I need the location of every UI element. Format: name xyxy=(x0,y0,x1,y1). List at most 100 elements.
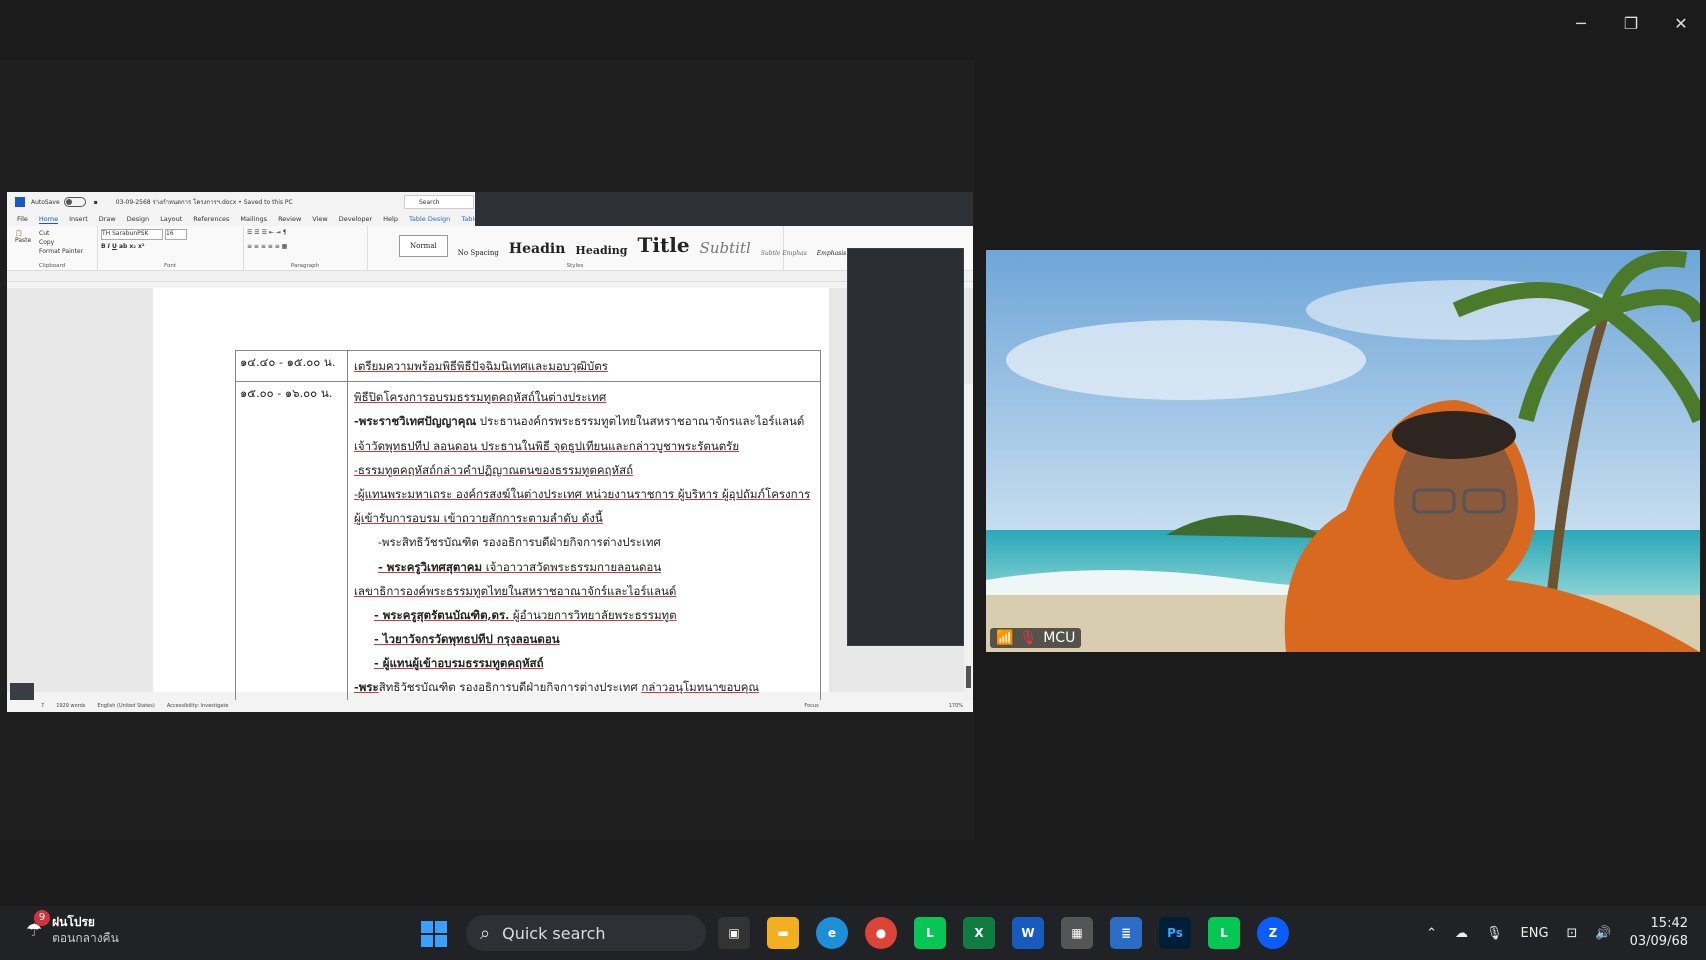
chrome-icon[interactable]: ● xyxy=(865,917,897,949)
clipboard-group: 📋 Paste Cut Copy Format Painter Clipboard xyxy=(7,226,98,270)
photoshop-icon[interactable]: Ps xyxy=(1159,917,1191,949)
document-filename: 03-09-2568 ร่างกำหนดการ โครงการฯ.docx • … xyxy=(115,199,293,206)
tab-table-design[interactable]: Table Design xyxy=(409,215,450,223)
search-icon: ⌕ xyxy=(480,922,491,944)
file-explorer-icon[interactable]: ▬ xyxy=(767,917,799,949)
tab-help[interactable]: Help xyxy=(383,215,398,223)
autosave-toggle[interactable] xyxy=(63,197,86,207)
language-status[interactable]: English (United States) xyxy=(97,703,154,709)
font-size-select[interactable]: 16 xyxy=(165,229,187,240)
restore-icon[interactable]: ❐ xyxy=(1606,0,1656,46)
line-icon[interactable]: L xyxy=(914,917,946,949)
document-area: ๑๔.๔๐ - ๑๕.๐๐ น. เตรียมความพร้อมพิธีพิธี… xyxy=(7,288,973,712)
tab-mailings[interactable]: Mailings xyxy=(240,215,267,223)
scroll-thumb[interactable] xyxy=(966,666,971,688)
word-icon[interactable]: W xyxy=(1012,917,1044,949)
autosave-label: AutoSave xyxy=(31,198,60,206)
style-no-spacing[interactable]: No Spacing xyxy=(458,249,499,257)
copy-button[interactable]: Copy xyxy=(39,238,83,247)
tab-review[interactable]: Review xyxy=(278,215,301,223)
word-search-input[interactable]: Search xyxy=(404,195,474,209)
align-buttons[interactable]: ≡ ≡ ≡ ≡ ≡ ▦ xyxy=(247,243,287,250)
input-language[interactable]: ENG xyxy=(1521,926,1549,941)
microphone-icon[interactable]: 🎙 xyxy=(1486,926,1503,941)
paste-button[interactable]: 📋 Paste xyxy=(15,230,31,244)
paragraph-label: Paragraph xyxy=(290,263,320,269)
tab-design[interactable]: Design xyxy=(127,215,149,223)
format-painter-button[interactable]: Format Painter xyxy=(39,247,83,256)
edge-icon[interactable]: e xyxy=(816,917,848,949)
font-label: Font xyxy=(164,263,176,269)
table-row: ๑๕.๐๐ - ๑๖.๐๐ น. พิธีปิดโครงการอบรมธรรมท… xyxy=(236,382,820,703)
cut-button[interactable]: Cut xyxy=(39,229,83,238)
activity-line: ผู้เข้ารับการอบรม เข้าถวายสักการะตามลำดั… xyxy=(354,511,603,526)
activity-line: -ธรรมทูตคฤหัสถ์กล่าวคำปฏิญาณตนของธรรมทูต… xyxy=(354,462,634,477)
document-page[interactable]: ๑๔.๔๐ - ๑๕.๐๐ น. เตรียมความพร้อมพิธีพิธี… xyxy=(153,288,829,704)
start-icon[interactable] xyxy=(421,921,447,947)
volume-icon[interactable]: 🔊 xyxy=(1595,926,1611,941)
weather-title: ฝนโปรย xyxy=(52,915,95,929)
tab-references[interactable]: References xyxy=(193,215,229,223)
activity-line: เลขาธิการองค์พระธรรมทูตไทยในสหราชอาณาจัก… xyxy=(354,583,677,598)
time-cell: ๑๕.๐๐ - ๑๖.๐๐ น. xyxy=(236,382,348,703)
activity-line: - ไวยาวัจกรวัดพุทธปทีป กรุงลอนดอน xyxy=(374,632,560,647)
page-count: 7 xyxy=(41,703,45,709)
activity-line: - ผู้แทนผู้เข้าอบรมธรรมทูตคฤหัสถ์ xyxy=(374,656,544,671)
activity-line: -พระสิทธิวัชรบัณฑิต รองอธิการบดีฝ่ายกิจก… xyxy=(378,535,661,550)
video-frame-image xyxy=(986,250,1700,652)
notepad-icon[interactable]: ≣ xyxy=(1110,917,1142,949)
weather-widget[interactable]: 9 ☂ ฝนโปรย ตอนกลางคืน xyxy=(26,910,119,946)
status-bar: 7 1929 words English (United States) Acc… xyxy=(7,700,973,712)
close-icon[interactable]: ✕ xyxy=(1656,0,1706,46)
tab-view[interactable]: View xyxy=(312,215,327,223)
tab-draw[interactable]: Draw xyxy=(99,215,116,223)
tab-insert[interactable]: Insert xyxy=(69,215,88,223)
tab-layout[interactable]: Layout xyxy=(160,215,182,223)
taskbar: 9 ☂ ฝนโปรย ตอนกลางคืน ⌕ Quick search ▣ ▬… xyxy=(0,906,1706,960)
word-title-bar: AutoSave ▪ 03-09-2568 ร่างกำหนดการ โครงก… xyxy=(7,192,973,240)
font-name-select[interactable]: TH SarabunPSK xyxy=(101,229,163,240)
quick-search-input[interactable]: ⌕ Quick search xyxy=(466,915,706,951)
side-panel xyxy=(847,248,964,646)
word-logo-icon xyxy=(15,197,25,207)
style-heading-1[interactable]: Headin xyxy=(509,241,566,257)
activity-line: -พระราชวิเทศปัญญาคุณ ประธานองค์กรพระธรรม… xyxy=(354,414,805,429)
horizontal-ruler[interactable] xyxy=(7,271,973,282)
cloud-icon[interactable]: ☁ xyxy=(1455,926,1468,941)
tab-developer[interactable]: Developer xyxy=(339,215,372,223)
activity-line: พิธีปิดโครงการอบรมธรรมทูตคฤหัสถ์ในต่างปร… xyxy=(354,390,607,405)
zoom-icon[interactable]: Z xyxy=(1257,917,1289,949)
tab-file[interactable]: File xyxy=(17,215,28,223)
focus-button[interactable]: Focus xyxy=(804,703,818,709)
vertical-scrollbar[interactable] xyxy=(964,384,973,712)
task-view-icon[interactable]: ▣ xyxy=(718,917,750,949)
clock[interactable]: 15:42 03/09/68 xyxy=(1630,915,1688,951)
zoom-level[interactable]: 170% xyxy=(949,703,963,709)
line-icon[interactable]: L xyxy=(1208,917,1240,949)
style-title[interactable]: Title xyxy=(638,233,690,257)
style-subtitle[interactable]: Subtitl xyxy=(700,239,751,257)
participant-name: MCU xyxy=(1043,630,1076,646)
excel-icon[interactable]: X xyxy=(963,917,995,949)
schedule-table: ๑๔.๔๐ - ๑๕.๐๐ น. เตรียมความพร้อมพิธีพิธี… xyxy=(235,350,821,704)
save-icon[interactable]: ▪ xyxy=(94,199,98,206)
accessibility-status[interactable]: Accessibility: Investigate xyxy=(167,703,229,709)
style-heading-2[interactable]: Heading xyxy=(575,244,627,257)
minimize-icon[interactable]: ─ xyxy=(1556,0,1606,46)
chevron-up-icon[interactable]: ⌃ xyxy=(1426,926,1437,941)
tab-home[interactable]: Home xyxy=(38,215,59,224)
weather-subtitle: ตอนกลางคืน xyxy=(52,931,119,945)
style-subtle-emphasis[interactable]: Subtle Emphas xyxy=(761,250,807,257)
calculator-icon[interactable]: ▦ xyxy=(1061,917,1093,949)
list-buttons[interactable]: ☰ ☰ ☰ ⇤ ⇥ ¶ xyxy=(247,229,287,236)
participant-video[interactable]: 📶 🎙 MCU xyxy=(986,250,1700,652)
signal-icon: 📶 xyxy=(996,630,1014,646)
style-normal[interactable]: Normal xyxy=(399,235,448,257)
participant-name-tag: 📶 🎙 MCU xyxy=(990,628,1082,648)
window-controls: ─ ❐ ✕ xyxy=(1556,0,1706,46)
network-icon[interactable]: ⊡ xyxy=(1567,926,1578,941)
bold-button[interactable]: B I U ab x₂ x² xyxy=(101,243,144,250)
style-emphasis[interactable]: Emphasis xyxy=(817,250,846,257)
table-row: ๑๔.๔๐ - ๑๕.๐๐ น. เตรียมความพร้อมพิธีพิธี… xyxy=(236,351,820,383)
word-count[interactable]: 1929 words xyxy=(56,703,85,709)
